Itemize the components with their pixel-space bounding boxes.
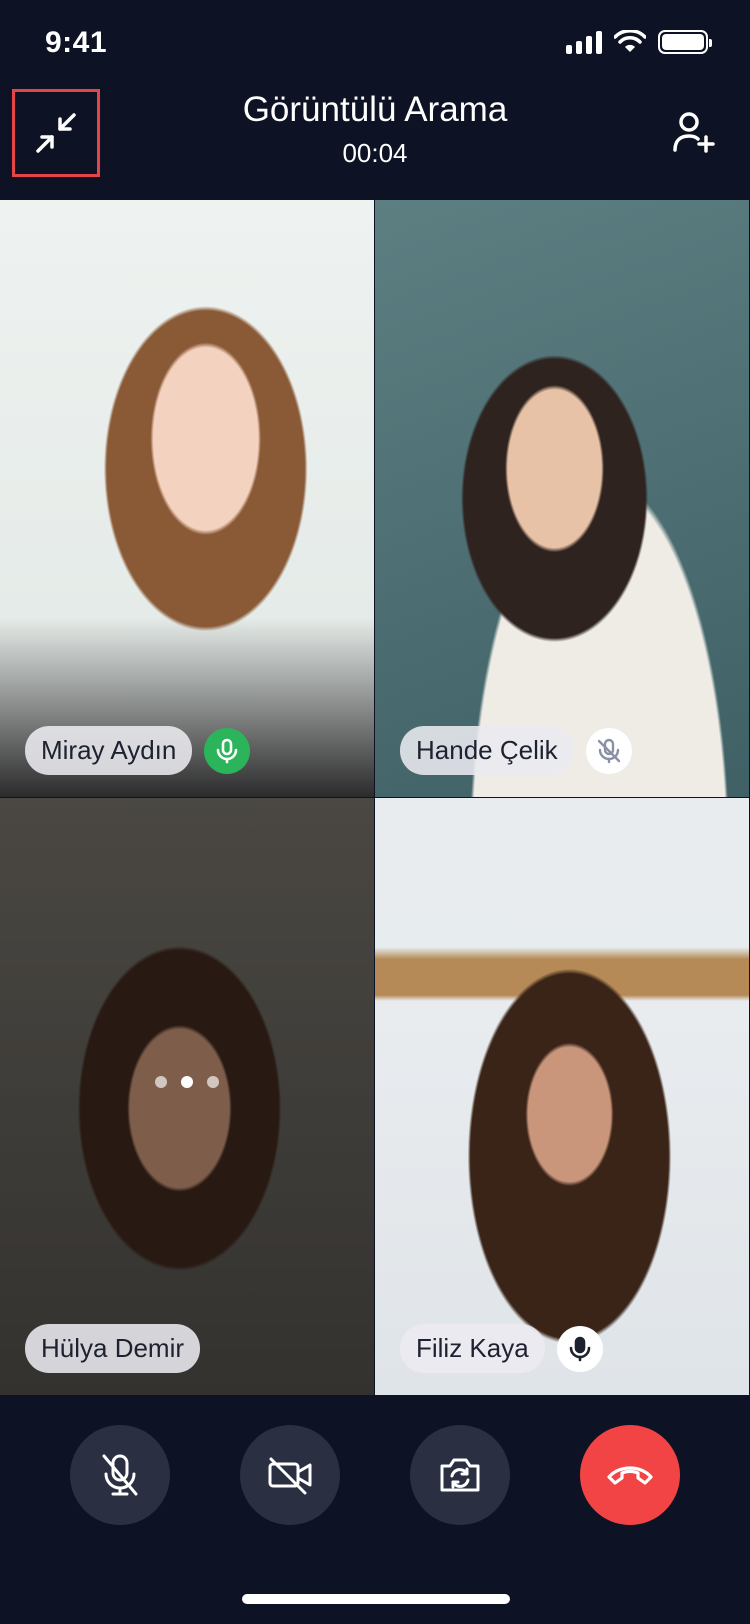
connecting-indicator bbox=[0, 1076, 374, 1088]
participant-tile[interactable]: Hande Çelik bbox=[375, 200, 750, 798]
status-bar: 9:41 bbox=[0, 0, 750, 90]
video-grid: Miray Aydın Hande Çelik Hülya Demir Fili… bbox=[0, 200, 750, 1396]
cellular-signal-icon bbox=[566, 30, 602, 54]
flip-camera-icon bbox=[440, 1458, 480, 1492]
camera-toggle-button[interactable] bbox=[240, 1425, 340, 1525]
wifi-icon bbox=[614, 30, 646, 52]
status-time: 9:41 bbox=[45, 26, 108, 59]
flip-camera-button[interactable] bbox=[410, 1425, 510, 1525]
page-title: Görüntülü Arama bbox=[242, 90, 508, 129]
participant-tile[interactable]: Miray Aydın bbox=[0, 200, 375, 798]
call-controls bbox=[0, 1425, 750, 1525]
home-indicator[interactable] bbox=[242, 1594, 510, 1604]
participant-info: Miray Aydın bbox=[25, 726, 251, 775]
add-user-icon bbox=[673, 112, 715, 153]
end-call-button[interactable] bbox=[580, 1425, 680, 1525]
call-title-group: Görüntülü Arama 00:04 bbox=[0, 90, 750, 169]
status-icons bbox=[566, 30, 712, 54]
participant-name: Hande Çelik bbox=[400, 726, 574, 775]
participant-name: Miray Aydın bbox=[25, 726, 193, 775]
participant-info: Hülya Demir bbox=[25, 1324, 201, 1373]
speaking-mic-icon bbox=[204, 727, 251, 774]
participant-name: Filiz Kaya bbox=[400, 1324, 545, 1373]
battery-icon bbox=[658, 30, 712, 54]
mic-off-icon bbox=[102, 1454, 138, 1496]
hang-up-icon bbox=[607, 1466, 653, 1485]
participant-name: Hülya Demir bbox=[25, 1324, 201, 1373]
mic-icon bbox=[556, 1325, 603, 1372]
participant-info: Hande Çelik bbox=[400, 726, 632, 775]
call-header: Görüntülü Arama 00:04 bbox=[0, 85, 750, 195]
participant-tile[interactable]: Hülya Demir bbox=[0, 798, 375, 1396]
mic-muted-icon bbox=[585, 727, 632, 774]
participant-info: Filiz Kaya bbox=[400, 1324, 603, 1373]
mute-button[interactable] bbox=[70, 1425, 170, 1525]
add-participant-button[interactable] bbox=[666, 105, 722, 161]
call-timer: 00:04 bbox=[342, 138, 408, 168]
camera-off-icon bbox=[268, 1457, 312, 1495]
participant-tile[interactable]: Filiz Kaya bbox=[375, 798, 750, 1396]
